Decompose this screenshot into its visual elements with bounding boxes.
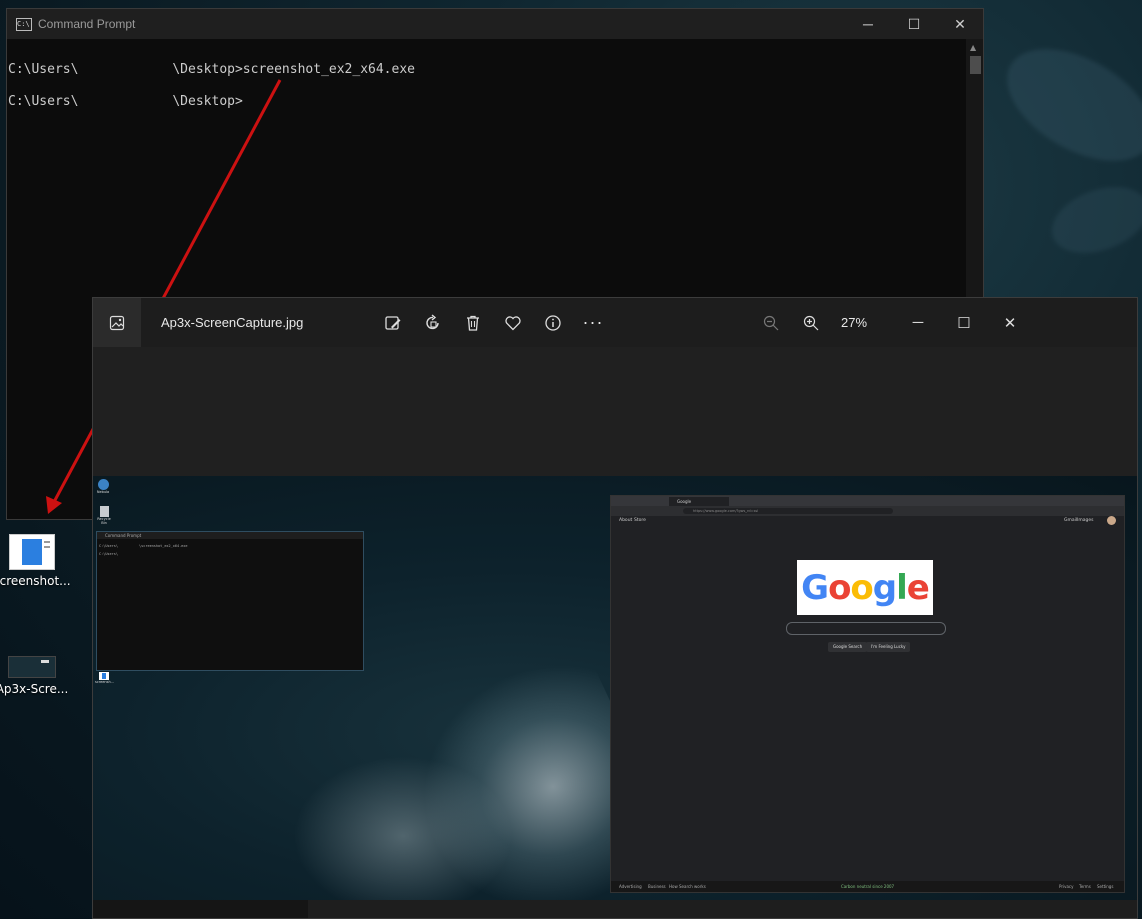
edit-button[interactable] <box>375 305 411 341</box>
photos-file-name: Ap3x-ScreenCapture.jpg <box>161 315 304 330</box>
more-icon: ··· <box>582 312 604 332</box>
info-button[interactable] <box>535 305 571 341</box>
captured-screenshot-image[interactable]: Nebula Recycle Bin screensh... Command P… <box>93 476 1137 902</box>
delete-icon <box>467 315 479 331</box>
captured-nav-link: About <box>619 518 633 523</box>
captured-google-logo: Google <box>801 567 930 608</box>
logo-letter: o <box>828 567 851 608</box>
captured-browser-tab: Google <box>669 497 729 506</box>
inner-desktop-icon: Nebula <box>96 479 110 494</box>
heart-icon <box>505 315 521 330</box>
inner-desktop-icon: Recycle Bin <box>96 506 112 525</box>
minimize-button[interactable]: ─ <box>895 314 941 332</box>
zoom-in-icon <box>803 315 819 330</box>
captured-cmd-line: C:\Users\ \screenshot_ex2_x64.exe <box>99 544 188 548</box>
more-button[interactable]: ··· <box>575 305 611 341</box>
logo-letter: l <box>896 567 908 608</box>
captured-search-box <box>786 622 946 635</box>
captured-browser-window: Google https://www.google.com/?gws_rd=ss… <box>610 495 1125 893</box>
zoom-level[interactable]: 27% <box>831 315 877 330</box>
favorite-button[interactable] <box>495 305 531 341</box>
maximize-button[interactable]: ☐ <box>941 314 987 332</box>
photos-app-button[interactable] <box>93 298 141 347</box>
info-icon <box>545 314 561 331</box>
zoom-in-button[interactable] <box>791 315 831 331</box>
foam-wave <box>293 756 513 902</box>
logo-letter: o <box>850 567 873 608</box>
captured-cmd-line: C:\Users\ <box>99 552 118 556</box>
rotate-icon <box>426 313 439 329</box>
delete-button[interactable] <box>455 305 491 341</box>
captured-browser-footer: Advertising Business How Search works Ca… <box>611 881 1124 892</box>
logo-letter: e <box>906 567 930 608</box>
photos-filmstrip-bar <box>93 900 1137 918</box>
logo-letter: g <box>872 567 897 608</box>
zoom-out-button[interactable] <box>751 315 791 331</box>
logo-letter: G <box>801 567 829 608</box>
captured-avatar <box>1107 516 1116 525</box>
captured-lucky-button: I'm Feeling Lucky <box>866 642 911 652</box>
captured-search-button: Google Search <box>828 642 868 652</box>
captured-nav-link: Store <box>634 518 646 523</box>
captured-google-doodle: Google <box>797 560 933 615</box>
inner-desktop-icon: screensh... <box>95 672 114 684</box>
photo-icon <box>109 315 125 330</box>
filmstrip-thumb[interactable] <box>93 900 308 918</box>
close-button[interactable]: ✕ <box>987 314 1033 332</box>
captured-nav-link: Images <box>1077 518 1094 523</box>
captured-cmd-title: Command Prompt <box>97 532 363 539</box>
rotate-button[interactable] <box>415 305 451 341</box>
image-canvas-padding <box>93 347 1137 476</box>
photos-viewer-window: Ap3x-ScreenCapture.jpg ··· 27% ─ ☐ ✕ Neb… <box>92 297 1138 919</box>
photos-toolbar: Ap3x-ScreenCapture.jpg ··· 27% ─ ☐ ✕ <box>93 298 1137 347</box>
captured-nav-link: Gmail <box>1064 518 1078 523</box>
zoom-out-icon <box>763 315 779 330</box>
captured-browser-url: https://www.google.com/?gws_rd=ssl <box>683 508 893 514</box>
captured-cmd-window: Command Prompt C:\Users\ \screenshot_ex2… <box>96 531 364 671</box>
edit-icon <box>385 315 401 330</box>
